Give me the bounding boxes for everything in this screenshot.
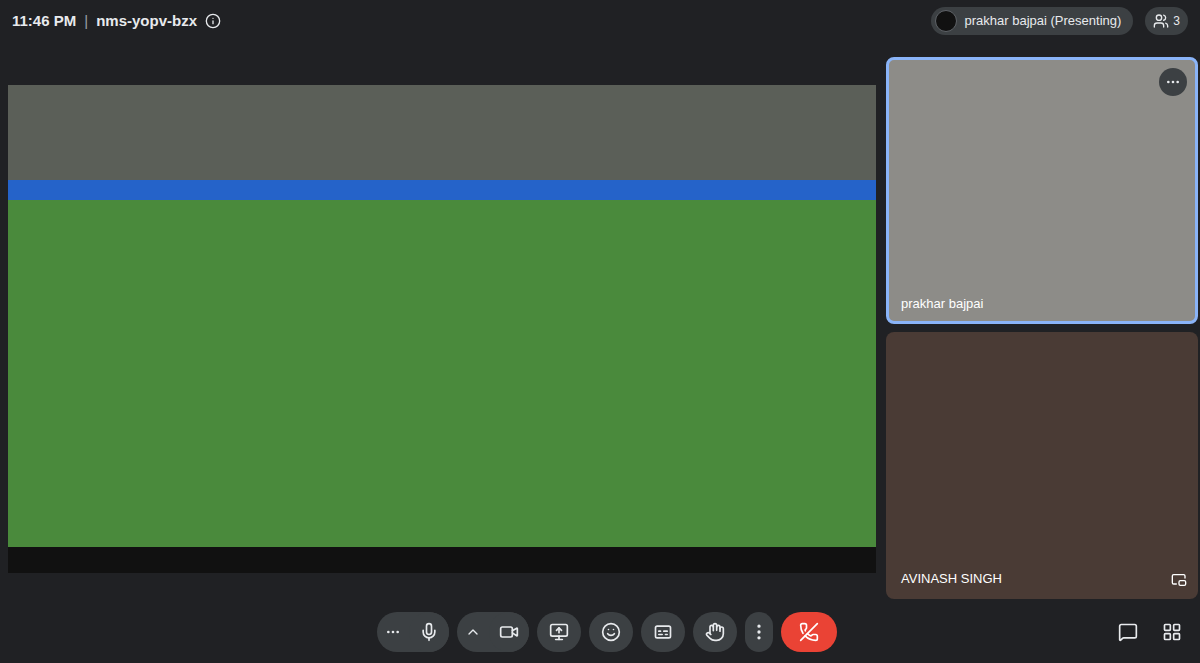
info-icon bbox=[205, 13, 221, 29]
apps-icon bbox=[1162, 622, 1182, 642]
shared-screen bbox=[8, 85, 876, 573]
more-icon bbox=[1165, 74, 1181, 90]
main-area: prakhar bajpai AVINASH SINGH bbox=[0, 42, 1200, 600]
meeting-code: nms-yopv-bzx bbox=[96, 10, 197, 33]
present-button[interactable] bbox=[537, 612, 581, 652]
people-icon bbox=[1153, 13, 1169, 29]
participant-tiles: prakhar bajpai AVINASH SINGH bbox=[886, 42, 1200, 600]
camera-group bbox=[457, 612, 529, 652]
emoji-button[interactable] bbox=[589, 612, 633, 652]
separator: | bbox=[84, 10, 88, 33]
options-icon bbox=[385, 624, 401, 640]
time: 11:46 PM bbox=[12, 10, 76, 33]
participant-tile[interactable]: AVINASH SINGH bbox=[886, 332, 1198, 599]
present-icon bbox=[549, 622, 569, 642]
top-bar: 11:46 PM | nms-yopv-bzx prakhar bajpai (Pre… bbox=[0, 0, 1200, 42]
caret-icon bbox=[465, 624, 481, 640]
mic-group bbox=[377, 612, 449, 652]
mic-icon bbox=[419, 622, 439, 642]
camera-button[interactable] bbox=[489, 612, 529, 652]
apps-button[interactable] bbox=[1160, 620, 1184, 644]
captions-button[interactable] bbox=[641, 612, 685, 652]
chat-button[interactable] bbox=[1116, 620, 1140, 644]
emoji-icon bbox=[601, 622, 621, 642]
presenter-avatar bbox=[935, 10, 957, 32]
participant-count: 3 bbox=[1173, 12, 1180, 30]
pip-icon bbox=[1171, 572, 1187, 588]
toolbar bbox=[0, 600, 1200, 663]
participants-button[interactable]: 3 bbox=[1145, 7, 1188, 35]
end-call-icon bbox=[799, 622, 819, 642]
pip-button[interactable] bbox=[1171, 572, 1187, 588]
presenter-label: prakhar bajpai (Presenting) bbox=[965, 11, 1122, 31]
mic-options-button[interactable] bbox=[377, 612, 409, 652]
camera-options-button[interactable] bbox=[457, 612, 489, 652]
participant-tile[interactable]: prakhar bajpai bbox=[886, 57, 1198, 324]
participant-name: prakhar bajpai bbox=[901, 294, 983, 314]
info-button[interactable] bbox=[205, 13, 221, 29]
hand-button[interactable] bbox=[693, 612, 737, 652]
more-vertical-icon bbox=[749, 622, 769, 642]
hand-icon bbox=[705, 622, 725, 642]
presenter-chip[interactable]: prakhar bajpai (Presenting) bbox=[931, 7, 1134, 35]
end-call-button[interactable] bbox=[781, 612, 837, 652]
meet-window: 11:46 PM | nms-yopv-bzx prakhar bajpai (Pre… bbox=[0, 0, 1200, 663]
participant-name: AVINASH SINGH bbox=[901, 569, 1002, 589]
more-button[interactable] bbox=[745, 612, 773, 652]
tile-more-button[interactable] bbox=[1159, 68, 1187, 96]
camera-icon bbox=[499, 622, 519, 642]
captions-icon bbox=[653, 622, 673, 642]
chat-icon bbox=[1118, 622, 1138, 642]
mic-button[interactable] bbox=[409, 612, 449, 652]
